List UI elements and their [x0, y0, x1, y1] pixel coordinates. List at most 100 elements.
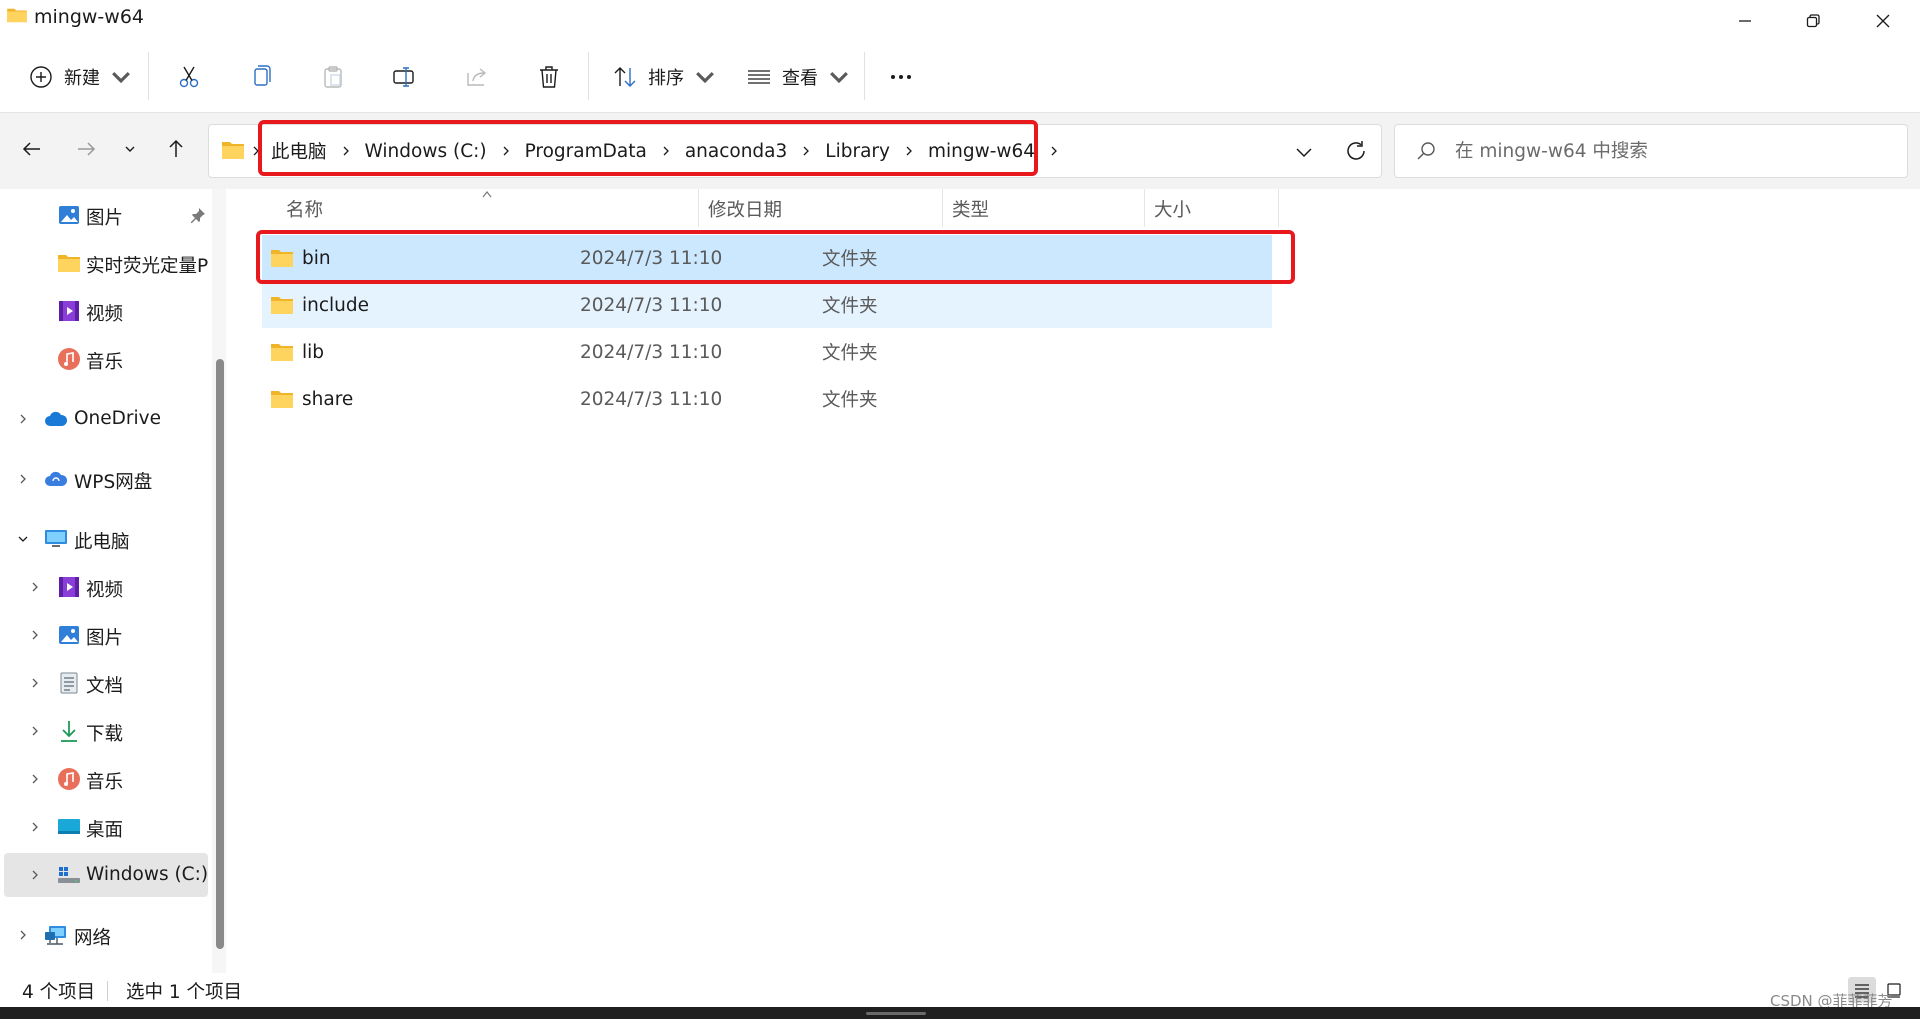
nav-item-pc-videos[interactable]: 视频 [4, 565, 208, 609]
column-divider[interactable] [1278, 189, 1279, 227]
chevron-right-icon[interactable] [28, 580, 42, 594]
nav-item-label: 图片 [86, 628, 124, 649]
column-divider[interactable] [698, 189, 699, 227]
selection-count: 选中 1 个项目 [126, 982, 243, 1003]
close-button[interactable] [1848, 0, 1918, 42]
refresh-icon[interactable] [1343, 138, 1369, 164]
nav-item-label: Windows (C:) [86, 864, 209, 885]
item-count: 4 个项目 [22, 982, 96, 1003]
toolbar-divider [588, 52, 589, 100]
nav-item-onedrive[interactable]: OneDrive [4, 397, 208, 441]
forward-button[interactable] [68, 131, 104, 167]
sort-label: 排序 [648, 68, 684, 89]
nav-item-music[interactable]: 音乐 [4, 337, 208, 381]
scissors-icon [179, 66, 199, 88]
file-name: lib [302, 341, 325, 363]
new-label: 新建 [64, 68, 100, 89]
search-box[interactable] [1394, 124, 1908, 178]
command-bar: 新建 排序 查看 [0, 42, 1920, 113]
more-options-button[interactable] [888, 54, 914, 100]
nav-item-label: 网络 [74, 928, 112, 949]
nav-item-pcr-folder[interactable]: 实时荧光定量PCR [4, 241, 208, 285]
chevron-right-icon[interactable] [28, 676, 42, 690]
chevron-right-icon[interactable] [1049, 145, 1059, 157]
music-icon [58, 768, 80, 790]
arrow-left-icon [22, 142, 40, 156]
view-list-icon [748, 70, 770, 84]
navigation-pane: 图片 实时荧光定量PCR 视频 音乐 OneDrive WPS网盘 此电脑 视频 [0, 189, 226, 973]
nav-item-label: 桌面 [86, 820, 124, 841]
nav-item-videos[interactable]: 视频 [4, 289, 208, 333]
recent-locations-button[interactable] [112, 131, 148, 167]
chevron-right-icon[interactable] [28, 724, 42, 738]
cut-button[interactable] [176, 54, 202, 100]
minimize-button[interactable] [1710, 0, 1780, 42]
back-button[interactable] [14, 131, 50, 167]
search-input[interactable] [1453, 135, 1897, 167]
status-bar: 4 个项目 选中 1 个项目 [0, 973, 1920, 1007]
table-row[interactable]: share 2024/7/3 11:10 文件夹 [262, 376, 1272, 422]
status-divider [107, 981, 108, 1001]
taskbar-indicator [866, 1012, 926, 1015]
view-label: 查看 [782, 68, 818, 89]
chevron-right-icon[interactable] [28, 820, 42, 834]
column-divider[interactable] [1144, 189, 1145, 227]
title-bar: mingw-w64 [0, 0, 1920, 40]
nav-item-pc-music[interactable]: 音乐 [4, 757, 208, 801]
column-divider[interactable] [942, 189, 943, 227]
computer-icon [45, 530, 67, 547]
sort-button[interactable]: 排序 [612, 54, 718, 100]
column-header-name[interactable]: 名称 [286, 189, 323, 229]
pin-icon[interactable] [190, 207, 206, 223]
share-button[interactable] [464, 54, 490, 100]
rename-button[interactable] [392, 54, 418, 100]
nav-item-pc-documents[interactable]: 文档 [4, 661, 208, 705]
chevron-right-icon[interactable] [16, 928, 30, 942]
chevron-right-icon[interactable] [28, 868, 42, 882]
nav-item-pc-downloads[interactable]: 下载 [4, 709, 208, 753]
column-header-size[interactable]: 大小 [1154, 189, 1191, 229]
nav-item-network[interactable]: 网络 [4, 913, 208, 957]
chevron-right-icon[interactable] [16, 412, 30, 426]
nav-item-label: 视频 [86, 304, 124, 325]
nav-item-windows-c[interactable]: Windows (C:) [4, 853, 208, 897]
paste-button[interactable] [320, 54, 346, 100]
chevron-right-icon[interactable] [16, 472, 30, 486]
chevron-down-icon [112, 71, 130, 84]
column-header-type[interactable]: 类型 [952, 189, 989, 229]
folder-icon [271, 344, 293, 361]
table-row[interactable]: lib 2024/7/3 11:10 文件夹 [262, 329, 1272, 375]
restore-button[interactable] [1778, 0, 1848, 42]
trash-icon [540, 66, 558, 88]
bin-row-highlight-box [256, 230, 1295, 284]
ellipsis-icon [891, 75, 911, 79]
address-highlight-box [258, 120, 1038, 176]
arrow-right-icon [78, 142, 96, 156]
address-history-dropdown[interactable] [1291, 139, 1317, 165]
nav-item-pc-desktop[interactable]: 桌面 [4, 805, 208, 849]
file-date: 2024/7/3 11:10 [580, 388, 723, 410]
table-row[interactable]: include 2024/7/3 11:10 文件夹 [262, 282, 1272, 328]
up-button[interactable] [158, 131, 194, 167]
chevron-right-icon[interactable] [28, 628, 42, 642]
chevron-down-icon [830, 71, 848, 84]
folder-icon [7, 8, 27, 23]
nav-item-this-pc[interactable]: 此电脑 [4, 517, 208, 561]
nav-scrollbar-thumb[interactable] [216, 359, 224, 949]
pictures-icon [59, 206, 79, 224]
chevron-down-icon [125, 146, 135, 152]
nav-item-label: 音乐 [86, 352, 124, 373]
nav-item-wps[interactable]: WPS网盘 [4, 457, 208, 501]
view-button[interactable]: 查看 [746, 54, 852, 100]
chevron-down-icon[interactable] [16, 532, 30, 546]
new-button[interactable]: 新建 [28, 54, 134, 100]
column-header-date[interactable]: 修改日期 [708, 189, 782, 229]
chevron-down-icon [696, 71, 714, 84]
copy-button[interactable] [248, 54, 274, 100]
nav-item-pictures-pinned[interactable]: 图片 [4, 193, 208, 237]
nav-item-pc-pictures[interactable]: 图片 [4, 613, 208, 657]
chevron-right-icon[interactable] [28, 772, 42, 786]
toolbar-divider [148, 52, 149, 100]
nav-item-label: 文档 [86, 676, 124, 697]
delete-button[interactable] [536, 54, 562, 100]
